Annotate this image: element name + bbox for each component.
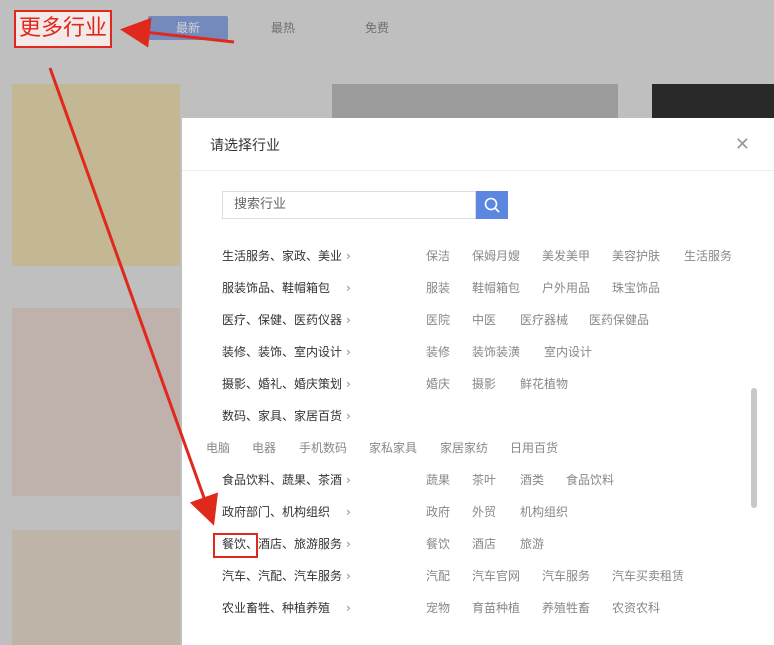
arrow-to-category <box>48 67 219 526</box>
annotation-arrows <box>48 17 235 526</box>
arrow-to-more-button <box>120 17 235 48</box>
